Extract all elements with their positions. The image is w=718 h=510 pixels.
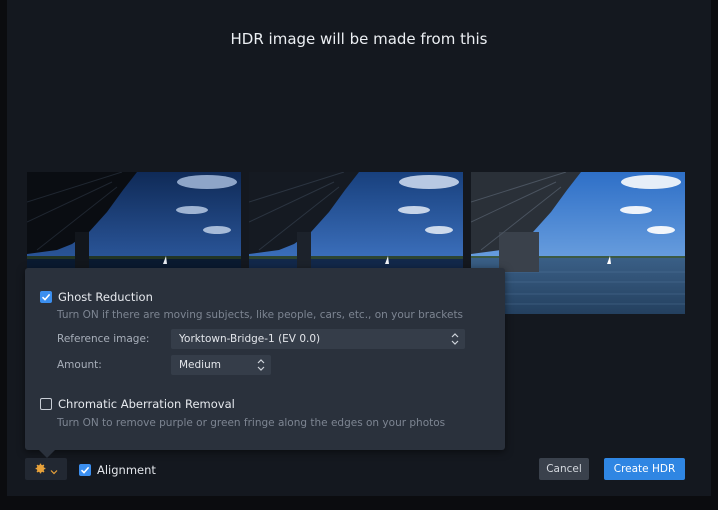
chromatic-aberration-hint: Turn ON to remove purple or green fringe… bbox=[57, 417, 446, 429]
bracket-thumbnail-2[interactable] bbox=[249, 172, 463, 268]
gear-icon bbox=[34, 460, 47, 479]
settings-toggle-button[interactable] bbox=[25, 458, 67, 480]
ghost-reduction-hint: Turn ON if there are moving subjects, li… bbox=[57, 309, 464, 321]
amount-select[interactable]: Medium bbox=[171, 355, 271, 375]
checkbox-checked-icon bbox=[40, 291, 52, 303]
cancel-button[interactable]: Cancel bbox=[539, 458, 589, 480]
bracket-thumbnail-1[interactable] bbox=[27, 172, 241, 268]
ghost-reduction-checkbox[interactable]: Ghost Reduction bbox=[40, 290, 153, 304]
checkbox-unchecked-icon bbox=[40, 398, 52, 410]
checkbox-checked-icon bbox=[79, 464, 91, 476]
dialog-title: HDR image will be made from this bbox=[230, 30, 488, 48]
chevron-down-icon bbox=[50, 460, 58, 479]
reference-image-label: Reference image: bbox=[57, 333, 150, 345]
select-arrows-icon bbox=[451, 332, 459, 349]
select-arrows-icon bbox=[257, 358, 265, 375]
bridge-photo-medium bbox=[249, 172, 463, 268]
reference-image-select[interactable]: Yorktown-Bridge-1 (EV 0.0) bbox=[171, 329, 465, 349]
amount-value: Medium bbox=[179, 359, 221, 371]
alignment-label: Alignment bbox=[97, 463, 156, 477]
alignment-checkbox[interactable]: Alignment bbox=[79, 463, 156, 477]
amount-label: Amount: bbox=[57, 359, 102, 371]
chromatic-aberration-checkbox[interactable]: Chromatic Aberration Removal bbox=[40, 397, 235, 411]
hdr-settings-panel: Ghost Reduction Turn ON if there are mov… bbox=[25, 268, 505, 458]
hdr-dialog: HDR image will be made from this Ghost R… bbox=[7, 0, 711, 496]
create-hdr-button[interactable]: Create HDR bbox=[604, 458, 685, 480]
ghost-reduction-label: Ghost Reduction bbox=[58, 290, 153, 304]
chromatic-aberration-label: Chromatic Aberration Removal bbox=[58, 397, 235, 411]
reference-image-value: Yorktown-Bridge-1 (EV 0.0) bbox=[179, 333, 321, 345]
bridge-photo-dark bbox=[27, 172, 241, 268]
